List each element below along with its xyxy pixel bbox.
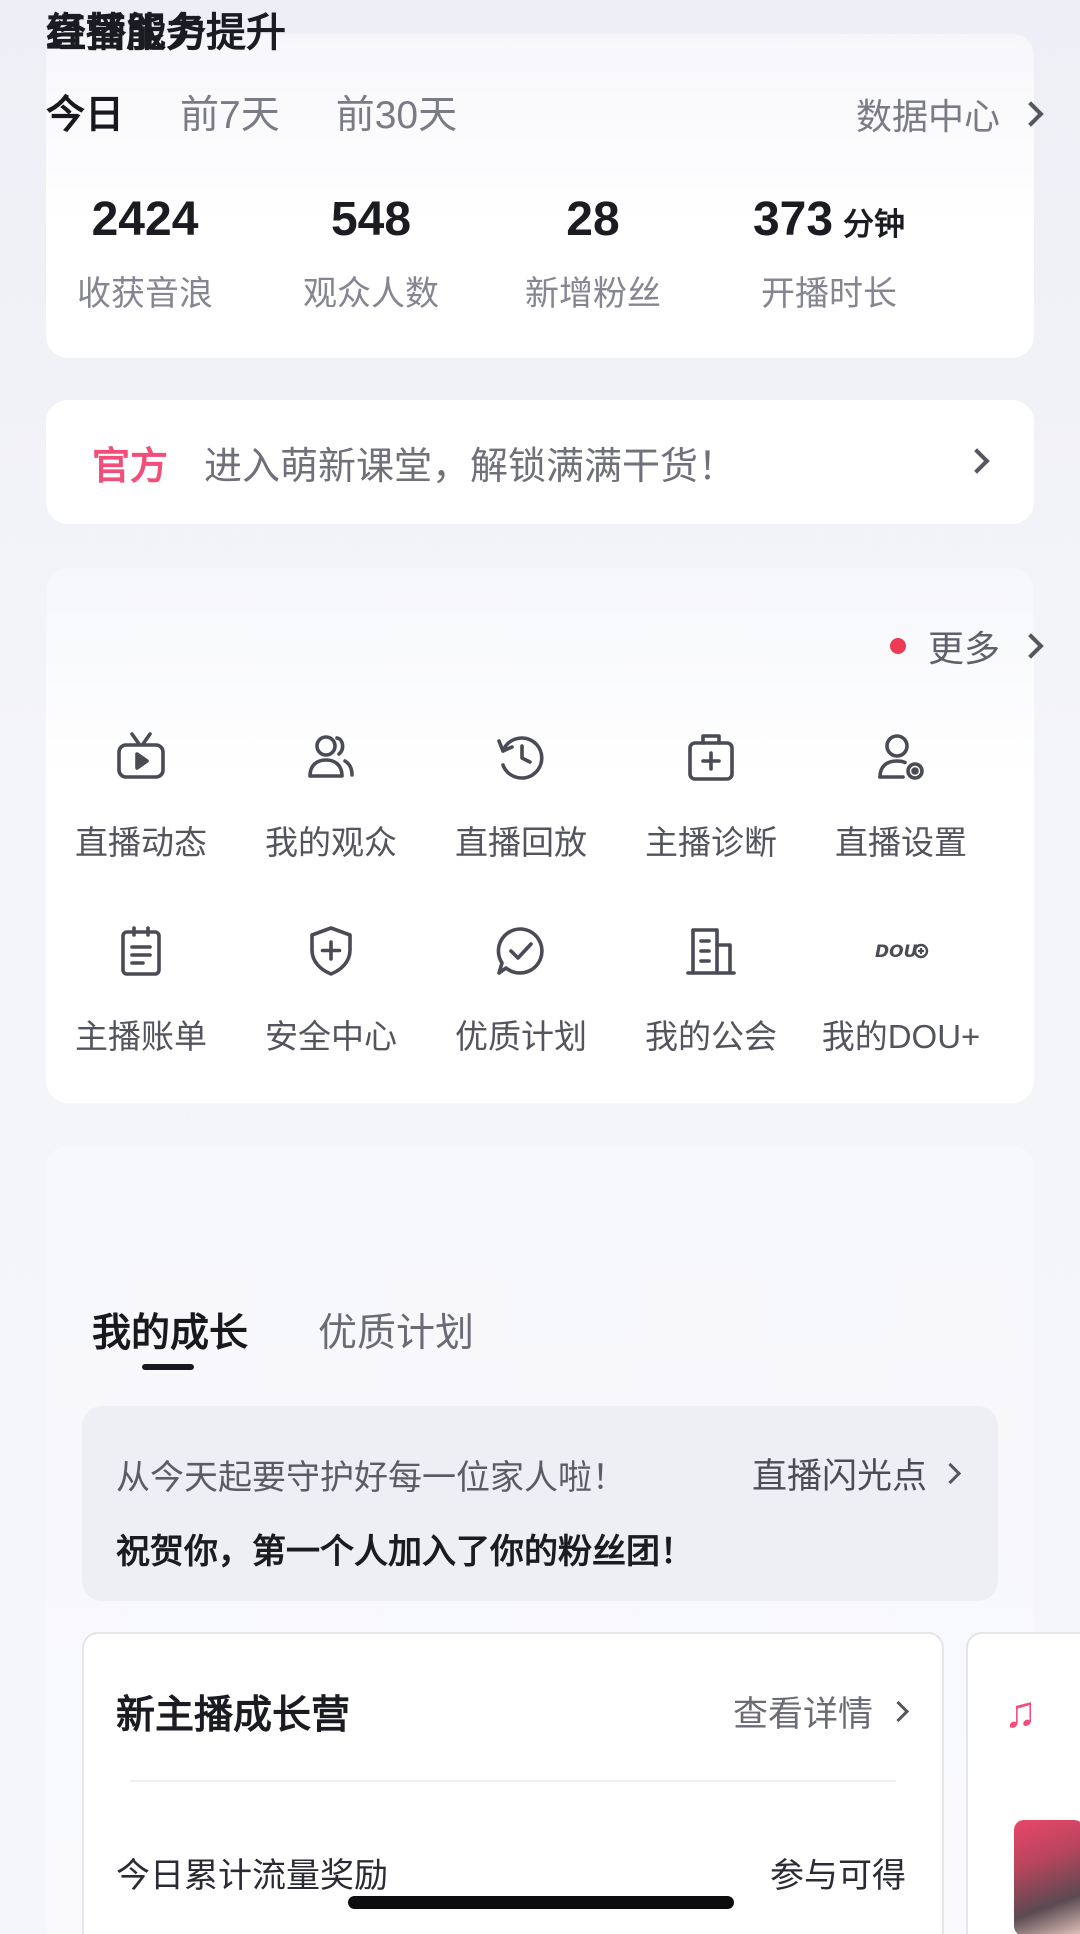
notice-subtitle: 从今天起要守护好每一位家人啦！ [116,1459,626,1497]
camp-reward-label: 今日累计流量奖励 [116,1857,388,1895]
notification-dot [889,638,906,654]
stat-label: 新增粉丝 [525,275,661,313]
stats-row: 2424 收获音浪 548 观众人数 28 新增粉丝 373 分钟 开播时长 [0,190,1080,315]
service-label: 主播诊断 [645,824,777,861]
tv-play-icon [112,728,170,786]
growth-title: 经营能力提升 [46,11,286,55]
tab-today[interactable]: 今日 [46,84,124,152]
stat-income[interactable]: 2424 收获音浪 [30,190,260,315]
service-label: 直播回放 [455,824,587,861]
stat-viewers[interactable]: 548 观众人数 [260,190,482,315]
view-details-link[interactable]: 查看详情 [732,1686,910,1737]
official-tag: 官方 [92,445,169,488]
tab-30-days[interactable]: 前30天 [336,84,457,140]
period-tabs: 今日 前7天 前30天 [46,84,513,152]
growth-tabs: 我的成长 优质计划 [92,1302,544,1370]
chat-check-icon [492,922,550,980]
growth-notice: 从今天起要守护好每一位家人啦！ 直播闪光点 祝贺你，第一个人加入了你的粉丝团！ [82,1406,998,1601]
stat-label: 开播时长 [761,275,897,313]
camp-title: 新主播成长营 [116,1694,351,1737]
view-details-label: 查看详情 [732,1695,873,1734]
user-settings-icon [872,728,930,786]
live-highlight-link[interactable]: 直播闪光点 [751,1448,962,1499]
more-label: 更多 [927,628,1000,669]
service-label: 直播设置 [835,824,967,861]
stat-live-duration[interactable]: 373 分钟 开播时长 [704,190,954,315]
next-card-peek[interactable]: ♫ [966,1632,1080,1934]
medical-kit-icon [682,728,740,786]
stat-value: 2424 [91,193,199,246]
users-icon [302,728,360,786]
divider [130,1780,896,1782]
chevron-right-icon [1018,633,1044,659]
chevron-right-icon [939,1462,962,1485]
chevron-right-icon [887,1700,910,1723]
service-host-bill[interactable]: 主播账单 [46,922,236,1070]
data-center-label: 数据中心 [855,96,1000,137]
service-my-dou-plus[interactable]: DOU 我的DOU+ [806,922,996,1070]
music-note-icon: ♫ [1004,1688,1037,1737]
official-banner[interactable]: 官方 进入萌新课堂，解锁满满干货！ [46,400,1034,524]
stat-value: 548 [330,193,412,246]
thumbnail-image [1014,1820,1080,1934]
service-host-diagnosis[interactable]: 主播诊断 [616,728,806,876]
stat-new-fans[interactable]: 28 新增粉丝 [482,190,704,315]
service-grid: 直播动态 我的观众 直播回放 主播诊断 直播设置 主播账单 安全中心 优质计划 … [46,728,1034,1070]
stat-value: 28 [566,193,620,246]
dou-icon-text: DOU [875,942,918,962]
service-label: 直播动态 [75,824,207,861]
service-label: 优质计划 [455,1018,587,1055]
service-label: 主播账单 [75,1018,207,1055]
data-center-link[interactable]: 数据中心 [855,88,1044,140]
service-label: 我的DOU+ [821,1018,981,1055]
tab-7-days[interactable]: 前7天 [180,84,280,140]
service-security-center[interactable]: 安全中心 [236,922,426,1070]
shield-plus-icon [302,922,360,980]
service-label: 安全中心 [265,1018,397,1055]
service-my-audience[interactable]: 我的观众 [236,728,426,876]
official-banner-text: 进入萌新课堂，解锁满满干货！ [204,445,737,488]
dou-plus-icon: DOU [872,922,930,980]
live-highlight-label: 直播闪光点 [751,1457,927,1496]
clipboard-bill-icon [112,922,170,980]
history-clock-icon [492,728,550,786]
home-indicator[interactable] [348,1896,734,1909]
service-live-settings[interactable]: 直播设置 [806,728,996,876]
notice-message: 祝贺你，第一个人加入了你的粉丝团！ [116,1533,694,1571]
service-label: 我的公会 [645,1018,777,1055]
service-quality-plan[interactable]: 优质计划 [426,922,616,1070]
more-button[interactable]: 更多 [889,620,1044,672]
service-my-guild[interactable]: 我的公会 [616,922,806,1070]
tab-quality-plan[interactable]: 优质计划 [318,1302,474,1358]
service-live-replay[interactable]: 直播回放 [426,728,616,876]
stat-label: 收获音浪 [77,275,213,313]
stat-unit: 分钟 [843,207,906,242]
camp-reward-value: 参与可得 [770,1857,906,1895]
tab-my-growth[interactable]: 我的成长 [92,1302,248,1370]
service-label: 我的观众 [265,824,397,861]
chevron-right-icon [1018,101,1044,127]
new-host-camp-card[interactable]: 新主播成长营 查看详情 今日累计流量奖励 参与可得 [82,1632,944,1934]
chevron-right-icon [964,448,990,474]
service-live-feed[interactable]: 直播动态 [46,728,236,876]
building-icon [682,922,740,980]
stat-label: 观众人数 [303,275,439,313]
stat-value: 373 [752,193,834,246]
